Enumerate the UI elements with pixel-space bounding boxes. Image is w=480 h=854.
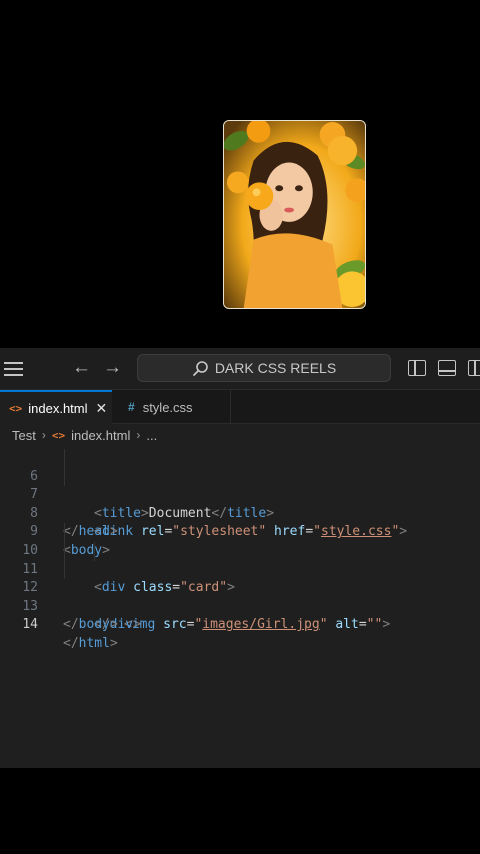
card-image <box>223 120 366 309</box>
bottom-blank-area <box>0 768 480 854</box>
toggle-sidebar-icon[interactable] <box>408 360 426 376</box>
breadcrumb-more[interactable]: ... <box>146 428 157 443</box>
chevron-right-icon: › <box>41 428 46 442</box>
search-icon <box>192 360 208 376</box>
toggle-panel-icon[interactable] <box>438 360 456 376</box>
line-number: 14 <box>22 617 38 633</box>
code-line: 14 </html> <box>0 598 480 651</box>
code-text: </html> <box>63 635 118 651</box>
code-line: 12 </div> <box>0 560 480 632</box>
tab-label: style.css <box>142 399 193 415</box>
html-file-icon: <> <box>51 428 66 442</box>
tab-style-css[interactable]: # style.css <box>112 390 231 424</box>
breadcrumb-file[interactable]: index.html <box>71 428 130 443</box>
code-line: 8 </head> <box>0 486 480 540</box>
breadcrumb-folder[interactable]: Test <box>12 428 36 443</box>
code-line: 9 <body> <box>0 505 480 558</box>
preview-area <box>0 0 480 348</box>
girl-illustration <box>224 121 365 308</box>
title-bar: ← → DARK CSS REELS <box>0 348 480 390</box>
editor-tabs: <> index.html ✕ # style.css <box>0 390 480 424</box>
menu-icon[interactable] <box>4 362 23 376</box>
command-center-label: DARK CSS REELS <box>214 360 337 376</box>
html-file-icon: <> <box>9 401 23 415</box>
tab-index-html[interactable]: <> index.html ✕ <box>0 390 112 424</box>
code-line: 6 <title>Document</title> <box>0 449 480 521</box>
forward-arrow-icon[interactable]: → <box>103 358 122 378</box>
code-editor: ← → DARK CSS REELS <> index.html ✕ # sty… <box>0 348 480 768</box>
css-file-icon: # <box>128 400 135 414</box>
code-line: 10 <div class="card"> <box>0 523 480 595</box>
back-arrow-icon[interactable]: ← <box>72 358 91 378</box>
code-line: 7 <link rel="stylesheet" href="style.css… <box>0 467 480 539</box>
chevron-right-icon: › <box>136 428 141 442</box>
breadcrumb: Test › <> index.html › ... <box>12 424 157 446</box>
code-line: 13 </body> <box>0 579 480 633</box>
code-area[interactable]: 6 <title>Document</title> 7 <link rel="s… <box>0 449 480 651</box>
code-text: <img src="images/Girl.jpg" alt=""> <box>124 617 391 633</box>
image-src-link[interactable]: images/Girl.jpg <box>202 617 319 632</box>
tab-label: index.html <box>28 400 88 416</box>
toggle-secondary-sidebar-icon[interactable] <box>468 360 480 376</box>
command-center-search[interactable]: DARK CSS REELS <box>137 354 391 382</box>
code-text: </body> <box>63 617 118 633</box>
close-icon[interactable]: ✕ <box>96 400 108 417</box>
code-line: 11 <img src="images/Girl.jpg" alt=""> <box>0 541 480 632</box>
